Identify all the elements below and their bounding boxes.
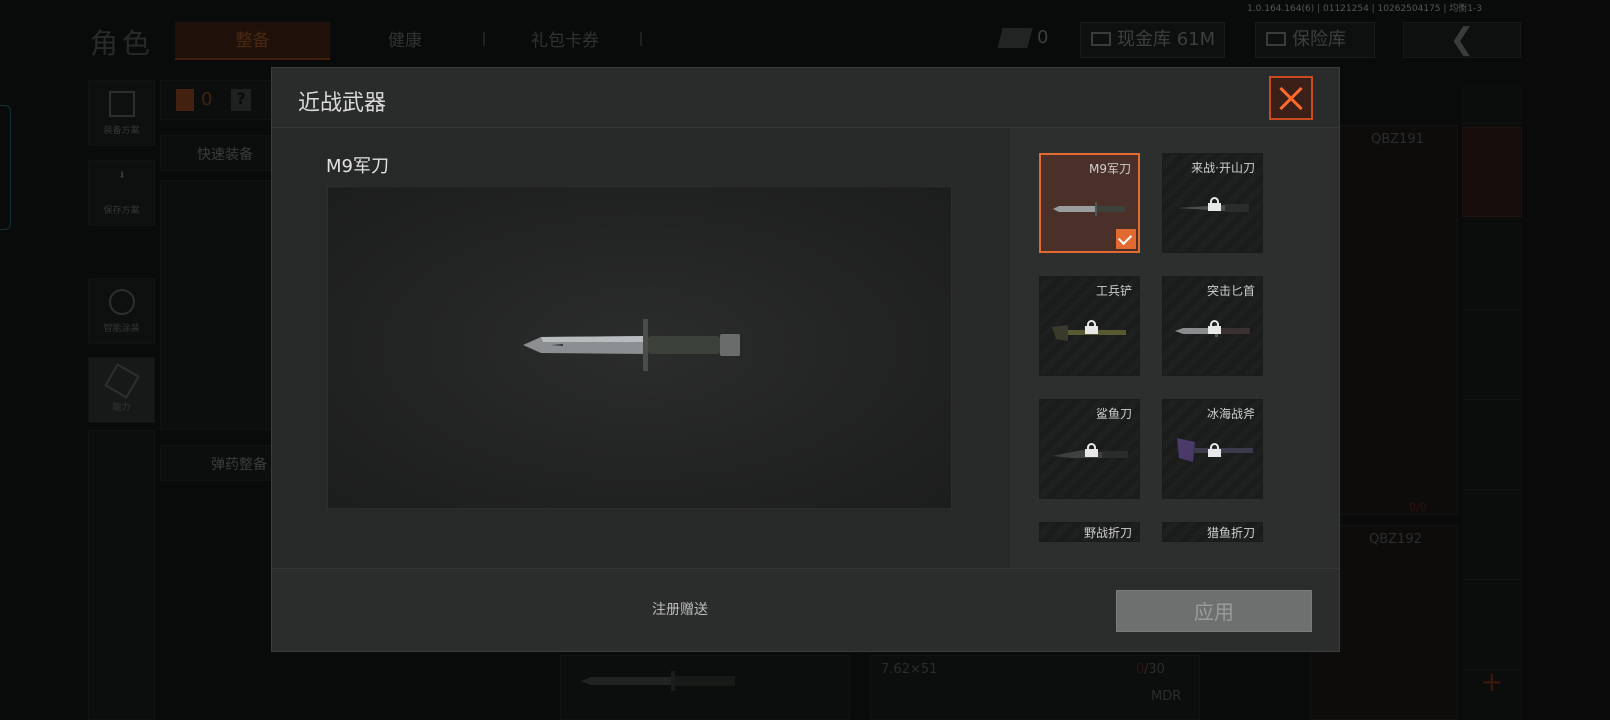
selected-check-icon	[1116, 229, 1136, 249]
lock-icon	[1208, 443, 1221, 457]
weapon-preview[interactable]	[327, 186, 952, 509]
weapon-card-machete[interactable]: 来战·开山刀	[1162, 153, 1263, 253]
close-button[interactable]	[1269, 76, 1313, 120]
weapon-grid: M9军刀 来战·开山刀 工兵铲 突击匕首 鲨鱼刀 冰海战斧 野战折刀 猎鱼折刀	[1010, 128, 1339, 636]
m9-knife-icon	[523, 319, 740, 371]
dialog-header: 近战武器	[272, 68, 1339, 128]
acquire-method-text: 注册赠送	[652, 602, 708, 618]
weapon-card-field-folding-knife[interactable]: 野战折刀	[1039, 522, 1140, 542]
weapon-card-label: 来战·开山刀	[1191, 161, 1255, 175]
weapon-card-label: 鲨鱼刀	[1095, 407, 1132, 421]
weapon-card-label: 突击匕首	[1206, 284, 1255, 298]
weapon-card-ice-axe[interactable]: 冰海战斧	[1162, 399, 1263, 499]
lock-icon	[1208, 320, 1221, 334]
selected-weapon-name: M9军刀	[326, 156, 389, 177]
weapon-card-label: M9军刀	[1089, 162, 1131, 176]
dialog-footer: 注册赠送 应用	[272, 568, 1339, 651]
weapon-card-assault-dagger[interactable]: 突击匕首	[1162, 276, 1263, 376]
lock-icon	[1208, 197, 1221, 211]
weapon-card-label: 猎鱼折刀	[1206, 526, 1255, 540]
weapon-card-label: 野战折刀	[1083, 526, 1132, 540]
melee-weapon-dialog: 近战武器 M9军刀 M9军刀 来战·开山刀 工兵铲 突击匕首 鲨鱼刀 冰海战斧 …	[271, 67, 1340, 652]
m9-knife-thumb-icon	[1053, 202, 1125, 216]
weapon-card-label: 冰海战斧	[1206, 407, 1255, 421]
weapon-card-shovel[interactable]: 工兵铲	[1039, 276, 1140, 376]
weapon-card-m9[interactable]: M9军刀	[1039, 153, 1140, 253]
dialog-title: 近战武器	[298, 91, 387, 116]
lock-icon	[1085, 443, 1098, 457]
apply-button[interactable]: 应用	[1116, 590, 1312, 632]
weapon-card-label: 工兵铲	[1095, 284, 1132, 298]
weapon-card-shark-knife[interactable]: 鲨鱼刀	[1039, 399, 1140, 499]
lock-icon	[1085, 320, 1098, 334]
game-screen: 1.0.164.164(6) | 01121254 | 10262504175 …	[0, 0, 1610, 720]
weapon-card-fish-folding-knife[interactable]: 猎鱼折刀	[1162, 522, 1263, 542]
